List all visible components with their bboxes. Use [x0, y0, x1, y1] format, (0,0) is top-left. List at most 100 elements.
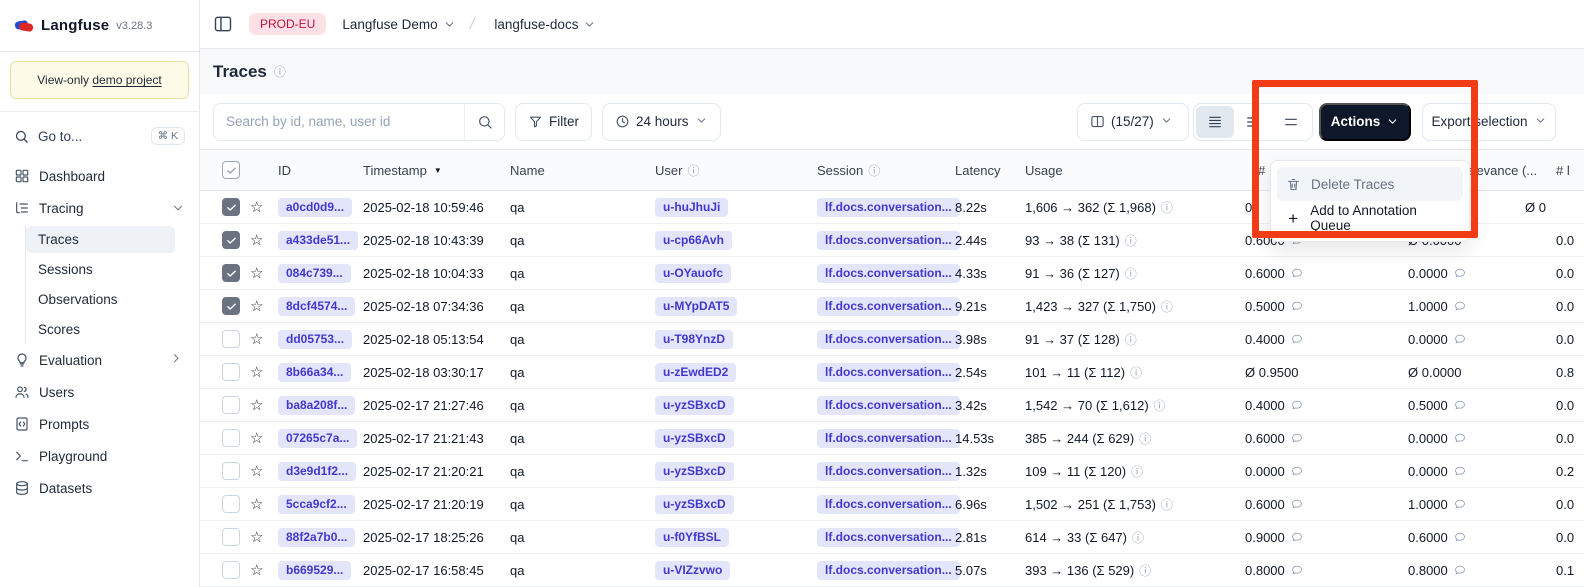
- bookmark-star-icon[interactable]: ☆: [250, 233, 263, 248]
- row-checkbox[interactable]: [222, 198, 240, 216]
- row-height-large-button[interactable]: [1272, 106, 1310, 138]
- user-badge[interactable]: u-zEwdED2: [655, 363, 736, 382]
- trace-id-badge[interactable]: 084c739...: [278, 264, 351, 283]
- session-badge[interactable]: lf.docs.conversation...: [817, 495, 960, 514]
- bookmark-star-icon[interactable]: ☆: [250, 266, 263, 281]
- table-row[interactable]: ☆88f2a7b0...2025-02-17 18:25:26qau-f0YfB…: [200, 521, 1584, 554]
- bookmark-star-icon[interactable]: ☆: [250, 398, 263, 413]
- session-badge[interactable]: lf.docs.conversation...: [817, 561, 960, 580]
- trace-id-badge[interactable]: ba8a208f...: [278, 396, 355, 415]
- user-badge[interactable]: u-MYpDAT5: [655, 297, 737, 316]
- menu-item-delete-traces[interactable]: Delete Traces: [1277, 167, 1463, 201]
- table-row[interactable]: ☆dd05753...2025-02-18 05:13:54qau-T98Ynz…: [200, 323, 1584, 356]
- row-checkbox[interactable]: [222, 363, 240, 381]
- column-visibility-button[interactable]: (15/27): [1077, 103, 1189, 141]
- sidebar-item-prompts[interactable]: Prompts: [8, 410, 191, 438]
- sidebar-item-users[interactable]: Users: [8, 378, 191, 406]
- row-checkbox[interactable]: [222, 528, 240, 546]
- user-badge[interactable]: u-yzSBxcD: [655, 495, 734, 514]
- bookmark-star-icon[interactable]: ☆: [250, 299, 263, 314]
- table-row[interactable]: ☆8b66a34...2025-02-18 03:30:17qau-zEwdED…: [200, 356, 1584, 389]
- trace-id-badge[interactable]: a433de51...: [278, 231, 358, 250]
- trace-id-badge[interactable]: 8b66a34...: [278, 363, 351, 382]
- row-height-medium-button[interactable]: [1234, 106, 1272, 138]
- sidebar-item-dashboard[interactable]: Dashboard: [8, 162, 191, 190]
- trace-id-badge[interactable]: d3e9d1f2...: [278, 462, 356, 481]
- bookmark-star-icon[interactable]: ☆: [250, 431, 263, 446]
- table-row[interactable]: ☆07265c7a...2025-02-17 21:21:43qau-yzSBx…: [200, 422, 1584, 455]
- row-checkbox[interactable]: [222, 462, 240, 480]
- sidebar-item-playground[interactable]: Playground: [8, 442, 191, 470]
- session-badge[interactable]: lf.docs.conversation...: [817, 363, 960, 382]
- trace-id-badge[interactable]: dd05753...: [278, 330, 352, 349]
- project-selector[interactable]: langfuse-docs: [494, 17, 596, 32]
- bookmark-star-icon[interactable]: ☆: [250, 332, 263, 347]
- row-checkbox[interactable]: [222, 495, 240, 513]
- row-checkbox[interactable]: [222, 330, 240, 348]
- session-badge[interactable]: lf.docs.conversation...: [817, 396, 960, 415]
- sidebar-item-traces[interactable]: Traces: [26, 226, 175, 253]
- row-checkbox[interactable]: [222, 429, 240, 447]
- session-badge[interactable]: lf.docs.conversation...: [817, 198, 960, 217]
- sidebar-item-datasets[interactable]: Datasets: [8, 474, 191, 502]
- user-badge[interactable]: u-cp66Avh: [655, 231, 732, 250]
- sidebar-item-evaluation[interactable]: Evaluation: [8, 346, 191, 374]
- time-range-button[interactable]: 24 hours: [602, 103, 721, 141]
- goto-search[interactable]: Go to... ⌘ K: [0, 118, 199, 154]
- session-badge[interactable]: lf.docs.conversation...: [817, 330, 960, 349]
- search-input[interactable]: [214, 104, 464, 140]
- user-badge[interactable]: u-VIZzvwo: [655, 561, 730, 580]
- session-badge[interactable]: lf.docs.conversation...: [817, 429, 960, 448]
- session-badge[interactable]: lf.docs.conversation...: [817, 528, 960, 547]
- table-row[interactable]: ☆d3e9d1f2...2025-02-17 21:20:21qau-yzSBx…: [200, 455, 1584, 488]
- column-header-timestamp[interactable]: Timestamp ▼: [359, 163, 506, 178]
- sidebar-toggle-icon[interactable]: [213, 14, 233, 34]
- bookmark-star-icon[interactable]: ☆: [250, 497, 263, 512]
- session-badge[interactable]: lf.docs.conversation...: [817, 264, 960, 283]
- bookmark-star-icon[interactable]: ☆: [250, 563, 263, 578]
- filter-button[interactable]: Filter: [515, 103, 592, 141]
- user-badge[interactable]: u-f0YfBSL: [655, 528, 729, 547]
- bookmark-star-icon[interactable]: ☆: [250, 530, 263, 545]
- table-row[interactable]: ☆084c739...2025-02-18 10:04:33qau-OYauof…: [200, 257, 1584, 290]
- export-selection-button[interactable]: Export selection: [1422, 103, 1556, 141]
- bookmark-star-icon[interactable]: ☆: [250, 464, 263, 479]
- session-badge[interactable]: lf.docs.conversation...: [817, 297, 960, 316]
- sidebar-item-observations[interactable]: Observations: [26, 286, 175, 313]
- sidebar-item-scores[interactable]: Scores: [26, 316, 175, 343]
- table-row[interactable]: ☆ba8a208f...2025-02-17 21:27:46qau-yzSBx…: [200, 389, 1584, 422]
- user-badge[interactable]: u-OYauofc: [655, 264, 731, 283]
- org-selector[interactable]: Langfuse Demo: [342, 17, 455, 32]
- trace-id-badge[interactable]: b669529...: [278, 561, 351, 580]
- user-badge[interactable]: u-yzSBxcD: [655, 429, 734, 448]
- table-row[interactable]: ☆8dcf4574...2025-02-18 07:34:36qau-MYpDA…: [200, 290, 1584, 323]
- trace-id-badge[interactable]: 5cca9cf2...: [278, 495, 355, 514]
- user-badge[interactable]: u-yzSBxcD: [655, 462, 734, 481]
- trace-id-badge[interactable]: a0cd0d9...: [278, 198, 352, 217]
- table-row[interactable]: ☆5cca9cf2...2025-02-17 21:20:19qau-yzSBx…: [200, 488, 1584, 521]
- row-height-small-button[interactable]: [1196, 106, 1234, 138]
- search-icon-button[interactable]: [464, 104, 504, 140]
- menu-item-add-to-annotation-queue[interactable]: + Add to Annotation Queue: [1277, 201, 1463, 235]
- sidebar-item-sessions[interactable]: Sessions: [26, 256, 175, 283]
- sidebar-item-tracing[interactable]: Tracing: [8, 194, 191, 222]
- actions-button[interactable]: Actions: [1319, 103, 1411, 141]
- table-row[interactable]: ☆b669529...2025-02-17 16:58:45qau-VIZzvw…: [200, 554, 1584, 587]
- user-badge[interactable]: u-yzSBxcD: [655, 396, 734, 415]
- bookmark-star-icon[interactable]: ☆: [250, 365, 263, 380]
- row-checkbox[interactable]: [222, 297, 240, 315]
- demo-project-link[interactable]: demo project: [92, 73, 161, 87]
- row-checkbox[interactable]: [222, 396, 240, 414]
- row-checkbox[interactable]: [222, 264, 240, 282]
- bookmark-star-icon[interactable]: ☆: [250, 200, 263, 215]
- row-checkbox[interactable]: [222, 231, 240, 249]
- select-all-checkbox[interactable]: [222, 161, 240, 179]
- trace-id-badge[interactable]: 07265c7a...: [278, 429, 357, 448]
- user-badge[interactable]: u-huJhuJi: [655, 198, 728, 217]
- session-badge[interactable]: lf.docs.conversation...: [817, 462, 960, 481]
- user-badge[interactable]: u-T98YnzD: [655, 330, 733, 349]
- session-badge[interactable]: lf.docs.conversation...: [817, 231, 960, 250]
- row-checkbox[interactable]: [222, 561, 240, 579]
- trace-id-badge[interactable]: 88f2a7b0...: [278, 528, 355, 547]
- trace-id-badge[interactable]: 8dcf4574...: [278, 297, 355, 316]
